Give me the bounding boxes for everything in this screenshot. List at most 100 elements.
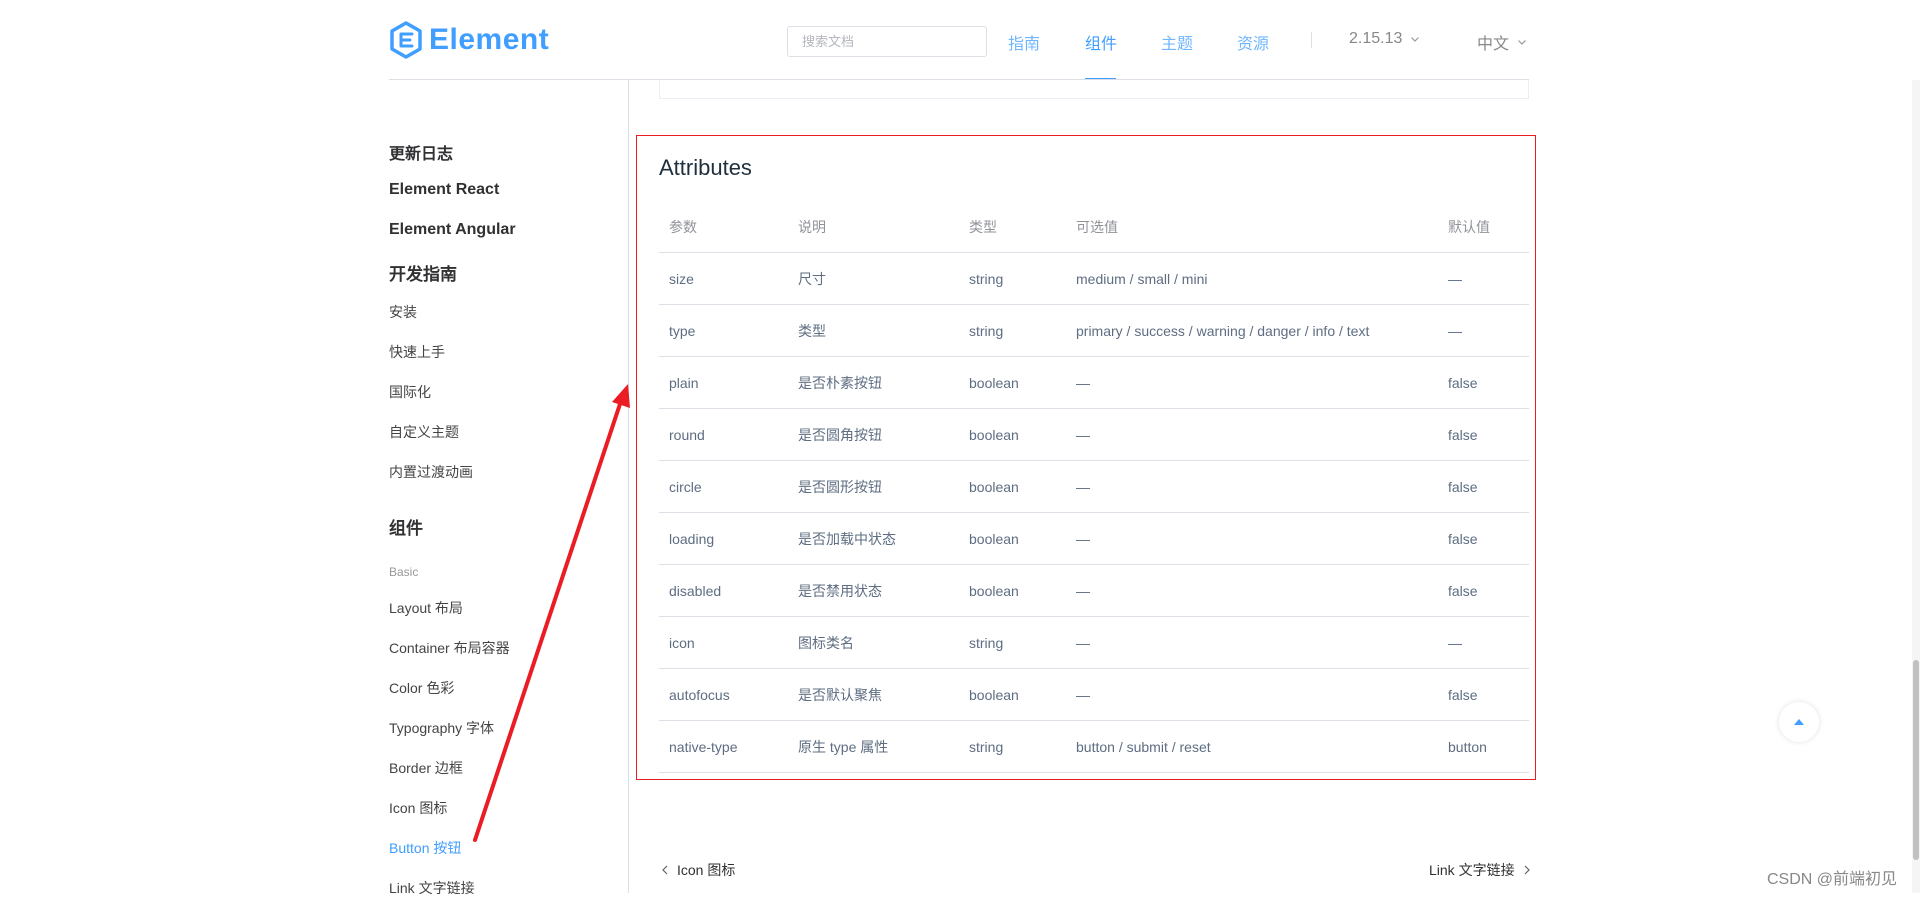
table-row: autofocus 是否默认聚焦 boolean — false xyxy=(659,668,1529,721)
table-cell: button xyxy=(1438,720,1529,773)
table-cell: 图标类名 xyxy=(788,616,959,669)
sidebar-item-typography[interactable]: Typography 字体 xyxy=(389,718,494,738)
sidebar: 更新日志 Element React Element Angular 开发指南 … xyxy=(389,80,629,896)
table-cell: boolean xyxy=(959,564,1066,617)
table-cell: — xyxy=(1066,356,1438,409)
table-cell: 是否圆角按钮 xyxy=(788,408,959,461)
table-cell: circle xyxy=(659,460,788,513)
element-logo-icon xyxy=(390,21,422,59)
chevron-right-icon xyxy=(1524,865,1530,875)
table-row: round 是否圆角按钮 boolean — false xyxy=(659,408,1529,461)
table-cell: — xyxy=(1066,460,1438,513)
table-cell: round xyxy=(659,408,788,461)
demo-block-bottom xyxy=(659,80,1529,99)
table-cell: 原生 type 属性 xyxy=(788,720,959,773)
version-dropdown[interactable]: 2.15.13 xyxy=(1349,30,1420,48)
table-cell: 是否朴素按钮 xyxy=(788,356,959,409)
table-cell: — xyxy=(1438,616,1529,669)
table-row: plain 是否朴素按钮 boolean — false xyxy=(659,356,1529,409)
logo[interactable]: Element xyxy=(389,20,549,60)
sidebar-item-quickstart[interactable]: 快速上手 xyxy=(389,342,445,362)
scrollbar-thumb[interactable] xyxy=(1913,660,1919,860)
chevron-left-icon xyxy=(662,865,668,875)
table-cell: false xyxy=(1438,356,1529,409)
nav-resources[interactable]: 资源 xyxy=(1237,30,1269,54)
chevron-down-icon xyxy=(1518,40,1526,45)
table-cell: icon xyxy=(659,616,788,669)
sidebar-item-element-angular[interactable]: Element Angular xyxy=(389,221,516,239)
table-cell: false xyxy=(1438,564,1529,617)
sidebar-item-i18n[interactable]: 国际化 xyxy=(389,382,431,402)
table-cell: 是否禁用状态 xyxy=(788,564,959,617)
table-row: native-type 原生 type 属性 string button / s… xyxy=(659,720,1529,773)
table-row: circle 是否圆形按钮 boolean — false xyxy=(659,460,1529,513)
logo-text: Element xyxy=(429,23,550,56)
caret-up-icon xyxy=(1794,719,1804,725)
table-cell: primary / success / warning / danger / i… xyxy=(1066,304,1438,357)
table-cell: — xyxy=(1438,252,1529,305)
sidebar-item-icon[interactable]: Icon 图标 xyxy=(389,798,447,818)
sidebar-item-changelog[interactable]: 更新日志 xyxy=(389,140,453,164)
sidebar-item-button[interactable]: Button 按钮 xyxy=(389,838,461,858)
table-cell: size xyxy=(659,252,788,305)
table-cell: false xyxy=(1438,512,1529,565)
table-cell: native-type xyxy=(659,720,788,773)
sidebar-item-element-react[interactable]: Element React xyxy=(389,181,499,199)
table-row: disabled 是否禁用状态 boolean — false xyxy=(659,564,1529,617)
column-header: 默认值 xyxy=(1438,202,1529,253)
sidebar-item-custom-theme[interactable]: 自定义主题 xyxy=(389,422,459,442)
search-input[interactable] xyxy=(787,26,987,57)
nav-theme[interactable]: 主题 xyxy=(1161,30,1193,54)
sidebar-category-basic: Basic xyxy=(389,565,419,579)
attributes-table: 参数 说明 类型 可选值 默认值 size 尺寸 string medium /… xyxy=(659,202,1529,773)
sidebar-divider xyxy=(628,80,629,893)
prev-page-label: Icon 图标 xyxy=(677,862,736,878)
table-cell: string xyxy=(959,616,1066,669)
table-cell: string xyxy=(959,720,1066,773)
table-cell: 尺寸 xyxy=(788,252,959,305)
nav-components[interactable]: 组件 xyxy=(1085,30,1117,54)
table-cell: plain xyxy=(659,356,788,409)
table-cell: boolean xyxy=(959,408,1066,461)
language-label: 中文 xyxy=(1477,36,1510,53)
table-cell: — xyxy=(1438,304,1529,357)
attributes-title: Attributes xyxy=(659,155,752,180)
chevron-down-icon xyxy=(1411,37,1420,42)
table-row: size 尺寸 string medium / small / mini — xyxy=(659,252,1529,305)
next-page-label: Link 文字链接 xyxy=(1429,862,1515,878)
table-cell: boolean xyxy=(959,668,1066,721)
prev-page-link[interactable]: Icon 图标 xyxy=(659,860,735,880)
table-row: loading 是否加载中状态 boolean — false xyxy=(659,512,1529,565)
column-header: 参数 xyxy=(659,202,788,253)
table-row: type 类型 string primary / success / warni… xyxy=(659,304,1529,357)
table-cell: false xyxy=(1438,668,1529,721)
attributes-table-body: size 尺寸 string medium / small / mini — t… xyxy=(659,252,1529,773)
table-cell: boolean xyxy=(959,356,1066,409)
sidebar-item-layout[interactable]: Layout 布局 xyxy=(389,598,463,618)
table-header-row: 参数 说明 类型 可选值 默认值 xyxy=(659,202,1529,253)
language-dropdown[interactable]: 中文 xyxy=(1477,30,1527,54)
next-page-link[interactable]: Link 文字链接 xyxy=(1429,860,1533,880)
back-to-top-button[interactable] xyxy=(1779,702,1819,742)
sidebar-item-transition[interactable]: 内置过渡动画 xyxy=(389,462,473,482)
nav-guide[interactable]: 指南 xyxy=(1008,30,1040,54)
sidebar-item-install[interactable]: 安装 xyxy=(389,302,417,322)
table-cell: medium / small / mini xyxy=(1066,252,1438,305)
column-header: 说明 xyxy=(788,202,959,253)
sidebar-item-color[interactable]: Color 色彩 xyxy=(389,678,454,698)
table-cell: false xyxy=(1438,408,1529,461)
sidebar-group-guide: 开发指南 xyxy=(389,265,457,284)
table-cell: disabled xyxy=(659,564,788,617)
table-cell: string xyxy=(959,252,1066,305)
table-cell: type xyxy=(659,304,788,357)
column-header: 类型 xyxy=(959,202,1066,253)
table-cell: — xyxy=(1066,564,1438,617)
sidebar-item-border[interactable]: Border 边框 xyxy=(389,758,463,778)
table-cell: button / submit / reset xyxy=(1066,720,1438,773)
sidebar-item-link[interactable]: Link 文字链接 xyxy=(389,878,475,898)
sidebar-item-container[interactable]: Container 布局容器 xyxy=(389,638,510,658)
watermark: CSDN @前端初见 xyxy=(1767,871,1898,888)
table-cell: boolean xyxy=(959,512,1066,565)
sidebar-group-components: 组件 xyxy=(389,519,423,538)
table-cell: — xyxy=(1066,408,1438,461)
